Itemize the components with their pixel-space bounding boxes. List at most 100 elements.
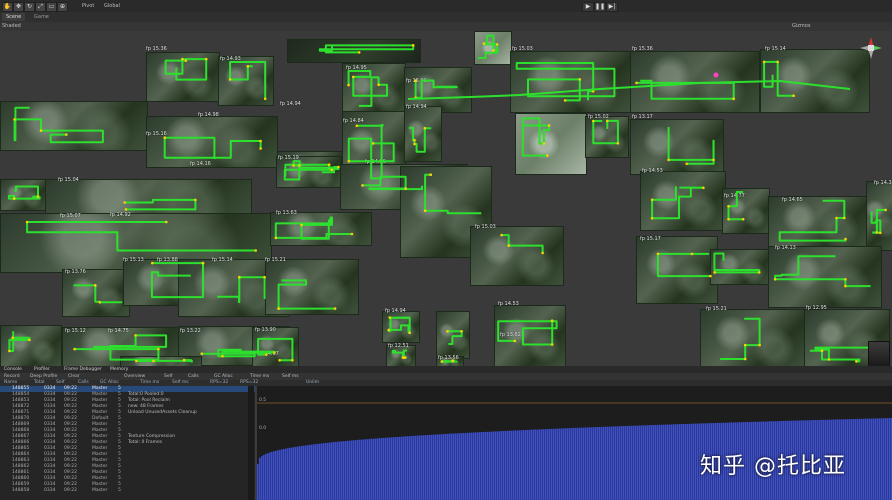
frame-bar (633, 425, 635, 500)
column-self-ms[interactable]: Self ms (282, 374, 299, 379)
fps-label: fp 13.56 (438, 355, 459, 361)
frame-bar (597, 427, 599, 500)
scene-tile[interactable] (218, 56, 274, 106)
scene-tile[interactable] (0, 179, 47, 211)
table-cell: 0334 (44, 464, 56, 469)
orientation-gizmo-icon[interactable] (858, 35, 884, 61)
transform-tool-icon[interactable]: ⊕ (57, 2, 68, 12)
table-row[interactable]: 148858 0334 09:22 Master 5 (0, 488, 255, 494)
scene-tile[interactable] (146, 116, 278, 168)
play-icon[interactable]: ▶ (582, 2, 594, 12)
frame-bar (499, 431, 501, 500)
scene-tile[interactable] (382, 311, 420, 343)
scene-tile[interactable] (436, 311, 470, 359)
list-scrollbar[interactable] (248, 386, 254, 500)
frame-bar (413, 435, 415, 500)
scene-tile[interactable] (585, 116, 629, 158)
frame-bar (447, 433, 449, 500)
scene-view[interactable]: fp 15.36 fp 14.93 fp 14.95 fp 15.06 fp 15.03… (0, 31, 892, 366)
frame-bar (619, 426, 621, 500)
scene-tile[interactable] (342, 63, 406, 117)
tab-game[interactable]: Game (30, 13, 53, 21)
gizmos-dropdown[interactable]: Gizmos (792, 23, 810, 29)
column-time[interactable]: Time ms (250, 374, 269, 379)
tab-memory[interactable]: Memory (110, 367, 128, 372)
scene-tile[interactable] (146, 52, 220, 102)
scene-tile[interactable] (0, 325, 62, 366)
scene-tile[interactable] (270, 212, 372, 246)
scene-tile[interactable] (120, 356, 202, 366)
table-cell: Master (92, 440, 108, 445)
frame-bar (497, 431, 499, 500)
scene-toolbar: Shaded Gizmos (0, 22, 892, 31)
scene-tile[interactable] (62, 269, 130, 317)
profiler-graph[interactable]: 0.5 0.0 (257, 386, 892, 500)
table-cell: 0334 (44, 416, 56, 421)
deep-profile-button[interactable]: Deep Profile (30, 374, 57, 379)
global-toggle[interactable]: Global (104, 3, 120, 9)
frame-bar (287, 448, 289, 500)
scene-tile[interactable] (474, 31, 512, 65)
header-gc-alloc[interactable]: GC Alloc (100, 380, 119, 385)
header-calls[interactable]: Calls (78, 380, 89, 385)
record-button[interactable]: Record (4, 374, 20, 379)
fps-label: fp 15.02 (588, 114, 609, 120)
column-overview[interactable]: Overview (124, 374, 145, 379)
scene-tile[interactable] (630, 51, 760, 113)
hand-tool-icon[interactable]: ✋ (2, 2, 13, 12)
scene-tile[interactable] (265, 259, 359, 315)
scene-tile[interactable] (866, 181, 892, 251)
step-icon[interactable]: ▶| (606, 2, 618, 12)
table-cell: 0334 (44, 392, 56, 397)
tab-console[interactable]: Console (4, 367, 22, 372)
header-self-ms[interactable]: Self ms (172, 380, 189, 385)
move-tool-icon[interactable]: ✥ (13, 2, 24, 12)
header-rps-a[interactable]: RPS=32 (210, 380, 228, 385)
frame-bar (571, 428, 573, 500)
frame-bar (585, 427, 587, 500)
header-total[interactable]: Total (34, 380, 45, 385)
column-gc-alloc[interactable]: GC Alloc (214, 374, 233, 379)
table-cell: 148864 (12, 452, 30, 457)
frame-bar (535, 429, 537, 500)
scale-tool-icon[interactable]: ⤢ (35, 2, 46, 12)
fps-label: fp 12.51 (388, 343, 409, 349)
frame-bar (579, 427, 581, 500)
frame-bar (655, 424, 657, 500)
scene-tile[interactable] (287, 39, 421, 63)
pause-icon[interactable]: ❚❚ (594, 2, 606, 12)
scene-tile[interactable] (636, 236, 718, 304)
header-time[interactable]: Time ms (140, 380, 159, 385)
scene-tile[interactable] (470, 226, 564, 286)
tab-scene[interactable]: Scene (2, 13, 26, 21)
column-self[interactable]: Self (164, 374, 172, 379)
tab-frame-debugger[interactable]: Frame Debugger (64, 367, 102, 372)
scene-tile[interactable] (710, 249, 772, 285)
scene-tile[interactable] (760, 49, 870, 113)
clear-button[interactable]: Clear (68, 374, 80, 379)
header-name[interactable]: Name (4, 380, 17, 385)
scene-tile[interactable] (640, 171, 726, 231)
tab-profiler[interactable]: Profiler (34, 367, 50, 372)
shading-mode-dropdown[interactable]: Shaded (2, 23, 21, 29)
scene-tile[interactable] (515, 113, 587, 175)
frame-bar (365, 439, 367, 500)
header-self[interactable]: Self (56, 380, 64, 385)
frame-bar (395, 437, 397, 500)
scene-tile[interactable] (0, 101, 148, 151)
fps-label: fp 15.07 (60, 213, 81, 219)
sample-list[interactable]: 148855 0334 09:22 Master 5 148854 0334 09:22 Mas… (0, 386, 255, 500)
scene-tile[interactable] (700, 309, 806, 366)
pivot-toggle[interactable]: Pivot (82, 3, 94, 9)
scene-tile[interactable] (768, 246, 882, 308)
frame-bar (389, 437, 391, 500)
scene-tile[interactable] (510, 51, 632, 113)
rotate-tool-icon[interactable]: ↻ (24, 2, 35, 12)
column-calls[interactable]: Calls (188, 374, 199, 379)
scene-tile[interactable] (630, 119, 724, 175)
header-unlim[interactable]: Unlim (306, 380, 319, 385)
scene-tile[interactable] (768, 196, 870, 248)
header-rps-b[interactable]: RPS=32 (240, 380, 258, 385)
scene-tile[interactable] (404, 106, 442, 162)
rect-tool-icon[interactable]: ▭ (46, 2, 57, 12)
